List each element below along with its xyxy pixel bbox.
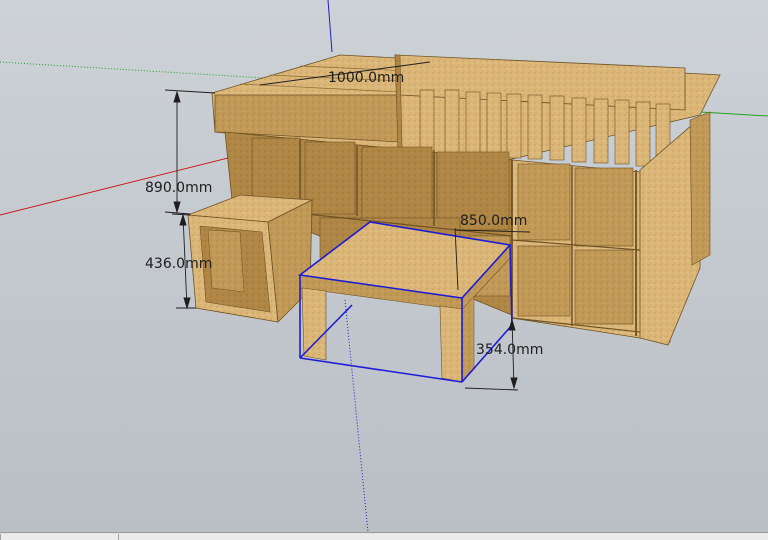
scene-canvas[interactable]: 890.0mm 436.0mm 1000.0mm 850.0mm 354.0mm	[0, 0, 768, 532]
model-viewport[interactable]: 890.0mm 436.0mm 1000.0mm 850.0mm 354.0mm	[0, 0, 768, 532]
dimension-table-height-label: 354.0mm	[476, 342, 543, 358]
dimension-width-top-label: 1000.0mm	[328, 70, 404, 86]
dimension-height-total-label: 890.0mm	[145, 180, 212, 196]
dimension-table-width-label: 850.0mm	[460, 213, 527, 229]
status-segment	[118, 534, 768, 540]
dimension-height-cabinet-label: 436.0mm	[145, 256, 212, 272]
status-bar	[0, 532, 768, 540]
status-segment	[0, 534, 119, 540]
